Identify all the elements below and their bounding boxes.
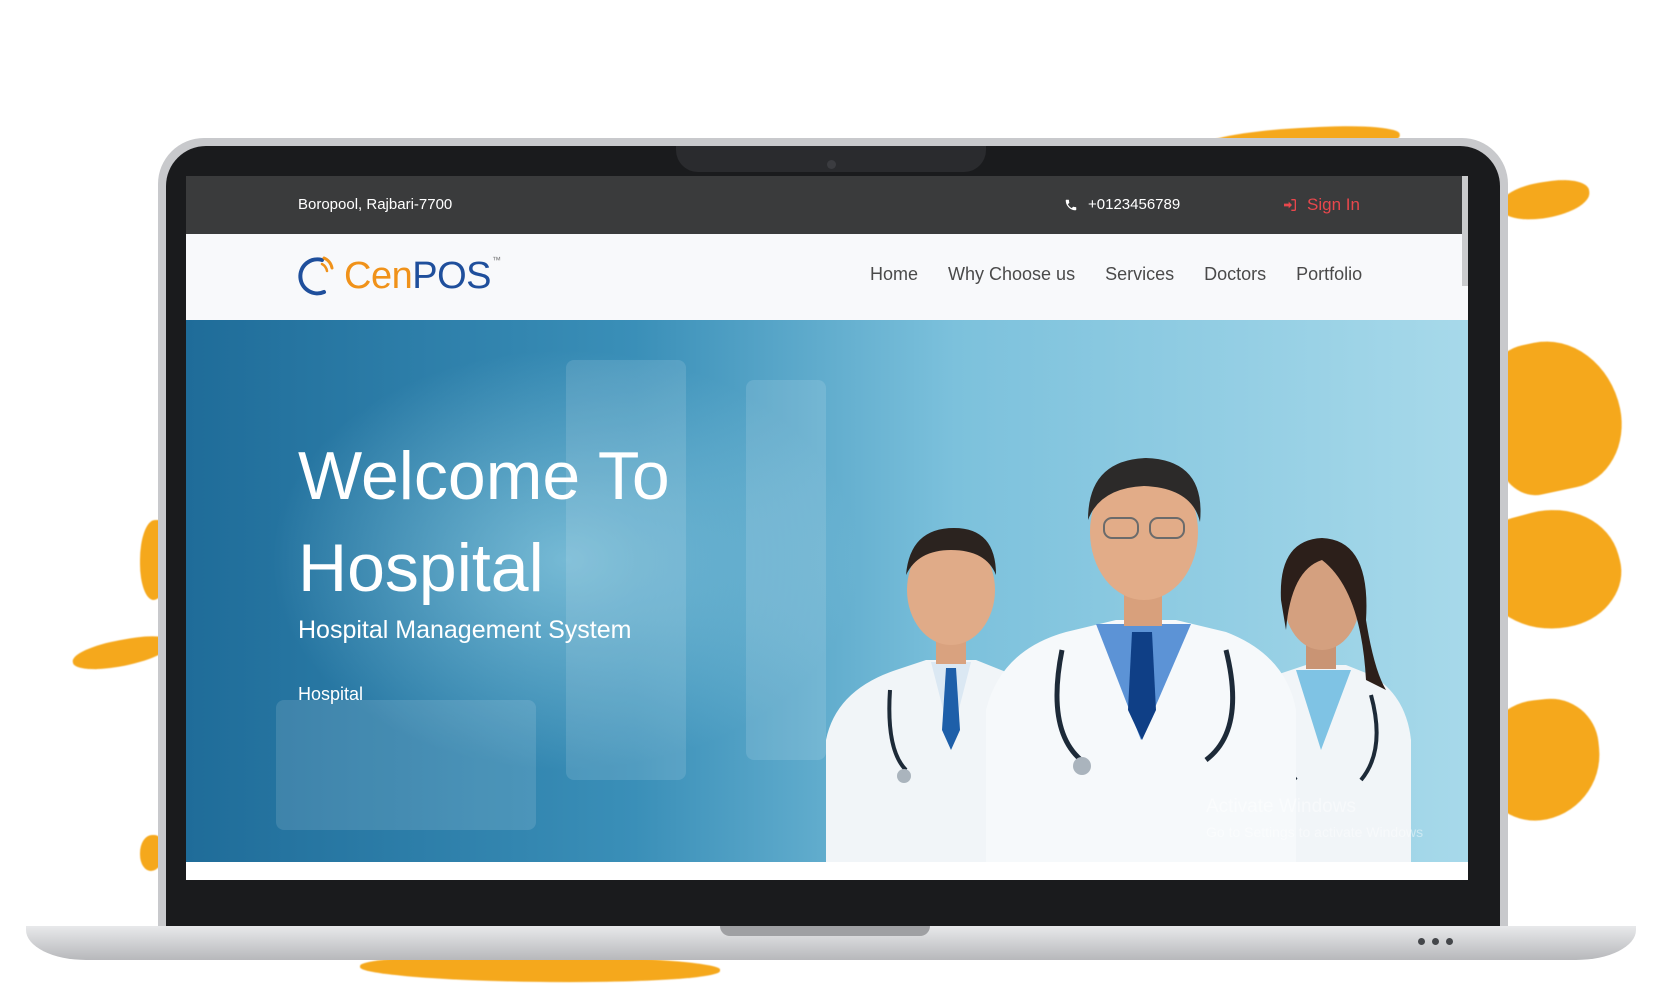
windows-activation-watermark: Activate Windows Go to Settings to activ… — [1206, 796, 1423, 840]
top-bar: Boropool, Rajbari-7700 +0123456789 Sign … — [186, 176, 1468, 234]
hero-title-line2: Hospital — [298, 530, 544, 606]
logo[interactable]: CenPOS™ — [298, 254, 501, 298]
logo-mark-icon — [298, 256, 334, 296]
address-text: Boropool, Rajbari-7700 — [298, 196, 453, 213]
logo-text: CenPOS™ — [344, 254, 501, 298]
phone-number: +0123456789 — [1088, 196, 1181, 213]
phone-contact[interactable]: +0123456789 — [1064, 196, 1180, 213]
nav-item-doctors[interactable]: Doctors — [1204, 264, 1266, 285]
brush-stroke — [1497, 175, 1593, 225]
main-navbar: CenPOS™ Home Why Choose us Services Doct… — [186, 234, 1468, 320]
hero-tag: Hospital — [298, 684, 364, 704]
phone-icon — [1065, 199, 1077, 210]
watermark-line2: Go to Settings to activate Windows — [1206, 824, 1424, 840]
trademark: ™ — [491, 254, 501, 265]
indicator-light — [1432, 938, 1439, 945]
camera-icon — [827, 160, 836, 169]
screen: Boropool, Rajbari-7700 +0123456789 Sign … — [186, 176, 1468, 880]
sign-in-link[interactable]: Sign In — [1282, 195, 1360, 215]
nav-item-services[interactable]: Services — [1105, 264, 1174, 285]
nav-item-portfolio[interactable]: Portfolio — [1296, 264, 1362, 285]
watermark-line1: Activate Windows — [1206, 796, 1356, 817]
nav-item-home[interactable]: Home — [870, 264, 918, 285]
hero-banner: Welcome To Hospital Hospital Management … — [186, 320, 1468, 862]
nav-menu: Home Why Choose us Services Doctors Port… — [870, 264, 1362, 285]
hero-title: Welcome To Hospital — [298, 430, 818, 614]
page-scrollbar[interactable] — [1462, 176, 1468, 286]
logo-text-pos: POS — [412, 254, 491, 297]
background-blur — [276, 700, 536, 830]
hero-title-line1: Welcome To — [298, 438, 670, 514]
sign-in-icon — [1284, 199, 1296, 211]
nav-item-why-choose-us[interactable]: Why Choose us — [948, 264, 1075, 285]
indicator-light — [1418, 938, 1425, 945]
sign-in-label: Sign In — [1307, 195, 1360, 214]
logo-text-cen: Cen — [344, 254, 413, 297]
hero-subtitle: Hospital Management System — [298, 616, 632, 644]
doctors-photo — [826, 458, 1411, 862]
laptop-base-groove — [720, 926, 930, 936]
indicator-light — [1446, 938, 1453, 945]
